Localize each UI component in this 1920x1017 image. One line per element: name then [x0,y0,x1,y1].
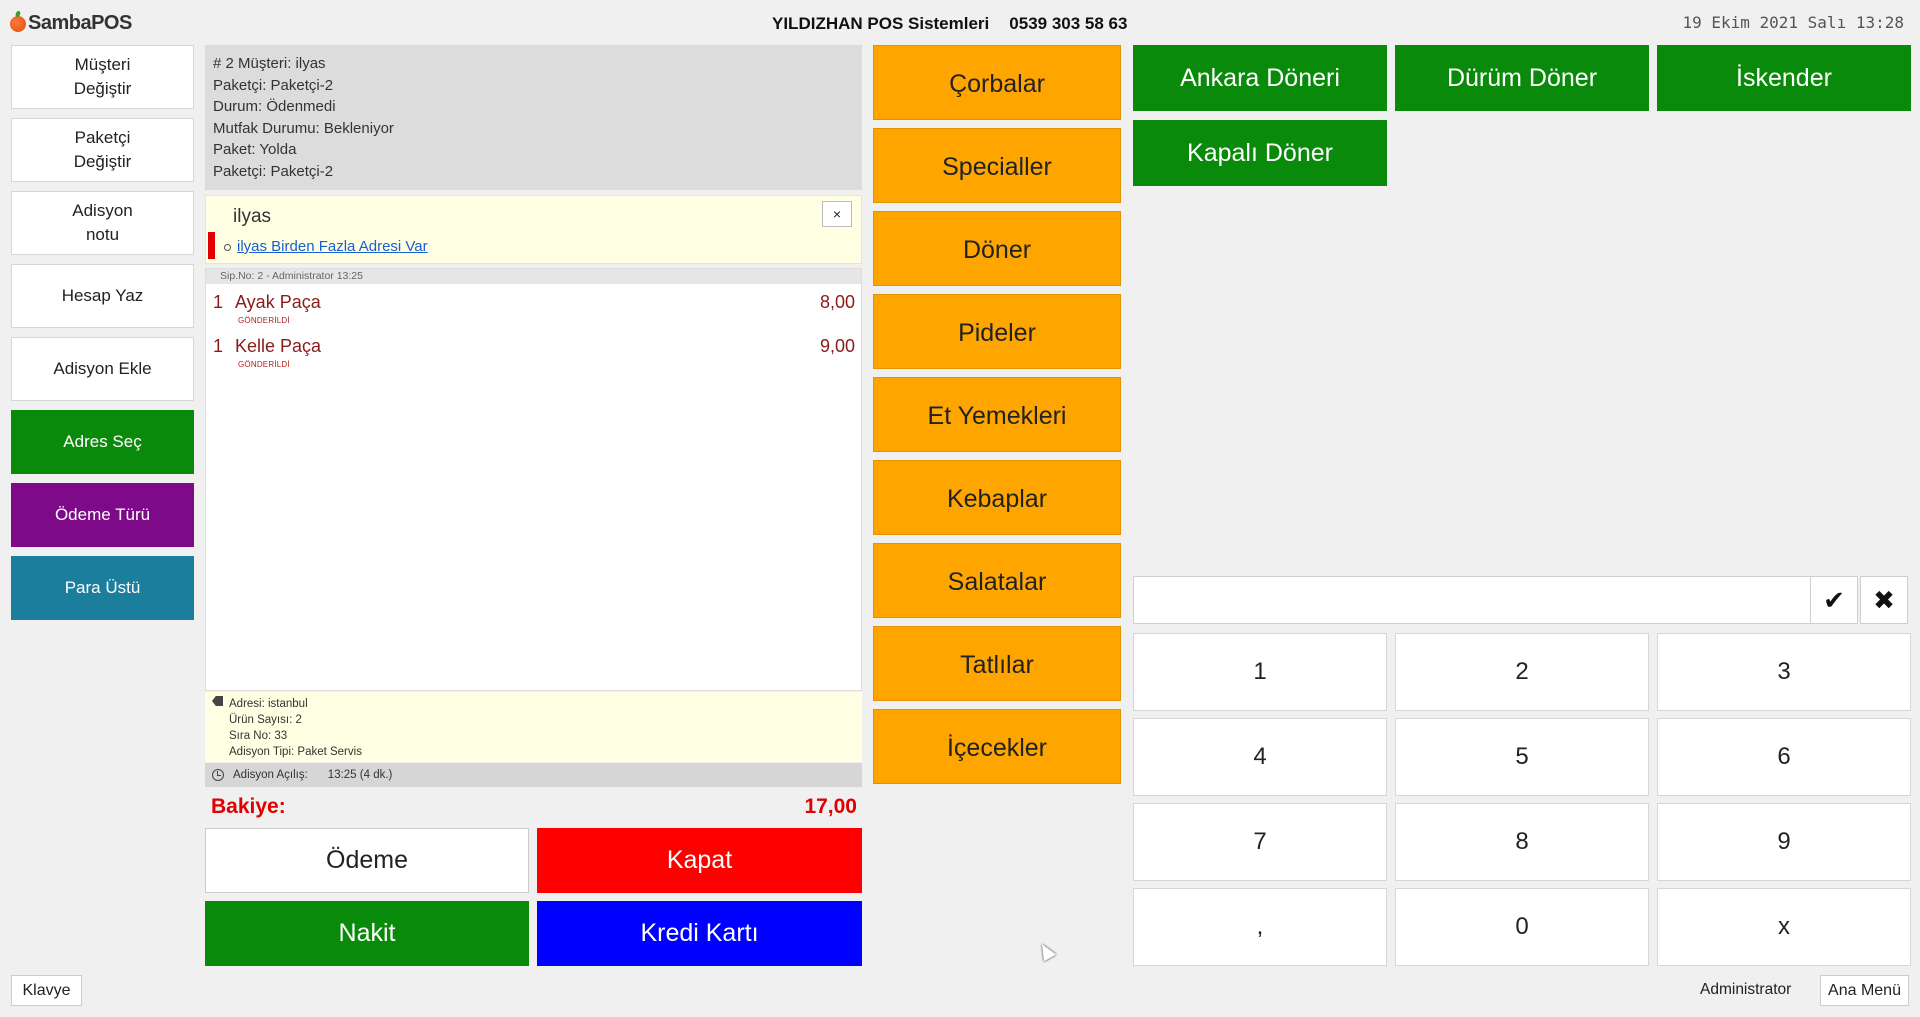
category-button[interactable]: Tatlılar [873,626,1121,701]
numpad-key[interactable]: 9 [1657,803,1911,881]
ticket-info-line: Paketçi: Paketçi-2 [213,162,334,180]
product-button[interactable]: Ankara Döneri [1133,45,1387,111]
category-button[interactable]: Döner [873,211,1121,286]
category-button[interactable]: Salatalar [873,543,1121,618]
numpad-key[interactable]: 6 [1657,718,1911,796]
detail-line: Sıra No: 33 [229,730,288,742]
order-status-tag: GÖNDERİLDİ [238,360,290,369]
order-quantity: 1 [213,292,224,312]
product-button[interactable]: İskender [1657,45,1911,111]
order-row[interactable]: 1 Ayak Paça GÖNDERİLDİ 8,00 [206,284,861,328]
category-button[interactable]: Pideler [873,294,1121,369]
balance-value: 17,00 [804,795,857,818]
header-datetime: 19 Ekim 2021 Salı 13:28 [1682,13,1904,32]
order-quantity: 1 [213,336,224,356]
close-ticket-button[interactable]: Kapat [537,828,862,893]
payment-type-button[interactable]: Ödeme Türü [11,483,194,547]
keyboard-button[interactable]: Klavye [11,975,82,1006]
company-name: YILDIZHAN POS Sistemleri [772,14,990,33]
category-button[interactable]: Et Yemekleri [873,377,1121,452]
tag-icon [212,696,223,706]
order-group-header: Sip.No: 2 - Administrator 13:25 [206,269,861,284]
change-customer-button[interactable]: Müşteri Değiştir [11,45,194,109]
customer-address-link-text: ilyas Birden Fazla Adresi Var [237,238,428,255]
company-phone: 0539 303 58 63 [1009,14,1128,33]
numpad-key[interactable]: 4 [1133,718,1387,796]
order-price: 8,00 [819,292,855,312]
customer-alert-bar [208,232,215,259]
customer-address-link[interactable]: ilyas Birden Fazla Adresi Var [224,238,428,255]
add-ticket-button[interactable]: Adisyon Ekle [11,337,194,401]
product-button[interactable]: Dürüm Döner [1395,45,1649,111]
ticket-note-button[interactable]: Adisyon notu [11,191,194,255]
numpad-key[interactable]: 7 [1133,803,1387,881]
bullet-icon [224,243,231,251]
ticket-info: # 2 Müşteri: ilyas Paketçi: Paketçi-2 Du… [205,45,862,190]
tomato-logo-icon [10,15,26,32]
product-button[interactable]: Kapalı Döner [1133,120,1387,186]
cash-button[interactable]: Nakit [205,901,529,966]
numpad-key[interactable]: x [1657,888,1911,966]
category-button[interactable]: İçecekler [873,709,1121,784]
balance-label: Bakiye: [211,795,286,818]
ticket-commands: Müşteri Değiştir Paketçi Değiştir Adisyo… [11,45,194,629]
order-list: Sip.No: 2 - Administrator 13:25 1 Ayak P… [205,268,862,691]
numpad-key[interactable]: 3 [1657,633,1911,711]
ticket-info-line: Paketçi: Paketçi-2 [213,76,334,94]
change-button[interactable]: Para Üstü [11,556,194,620]
ticket-details: Adresi: istanbul Ürün Sayısı: 2 Sıra No:… [205,692,862,762]
check-icon[interactable]: ✔ [1810,576,1858,624]
change-courier-button[interactable]: Paketçi Değiştir [11,118,194,182]
header-title: YILDIZHAN POS Sistemleri 0539 303 58 63 [772,14,1127,34]
opened-label: Adisyon Açılış: [233,769,308,781]
ticket-info-line: Mutfak Durumu: Bekleniyor [213,119,394,137]
main-menu-button[interactable]: Ana Menü [1820,975,1909,1006]
print-bill-button[interactable]: Hesap Yaz [11,264,194,328]
order-status-tag: GÖNDERİLDİ [238,316,290,325]
category-button[interactable]: Kebaplar [873,460,1121,535]
detail-line: Adisyon Tipi: Paket Servis [229,746,362,758]
detail-line: Ürün Sayısı: 2 [229,714,302,726]
close-icon[interactable]: × [822,201,852,227]
numpad-key[interactable]: 5 [1395,718,1649,796]
ticket-opened-bar: Adisyon Açılış: 13:25 (4 dk.) [205,763,862,787]
order-row[interactable]: 1 Kelle Paça GÖNDERİLDİ 9,00 [206,328,861,372]
close-icon[interactable]: ✖ [1860,576,1908,624]
opened-value: 13:25 (4 dk.) [327,769,393,781]
mouse-cursor-icon [1035,940,1057,962]
category-list: Çorbalar Specialler Döner Pideler Et Yem… [873,45,1121,792]
logo-text: SambaPOS [28,12,132,34]
numpad-key[interactable]: , [1133,888,1387,966]
payment-button[interactable]: Ödeme [205,828,529,893]
ticket-info-line: # 2 Müşteri: ilyas [213,55,326,72]
numpad-input[interactable] [1133,576,1811,624]
current-user: Administrator [1700,981,1792,998]
order-name: Ayak Paça [235,292,321,312]
order-price: 9,00 [819,336,855,356]
numpad-key[interactable]: 8 [1395,803,1649,881]
customer-panel: ilyas × ilyas Birden Fazla Adresi Var [205,195,862,264]
category-button[interactable]: Çorbalar [873,45,1121,120]
numpad-key[interactable]: 2 [1395,633,1649,711]
numpad-key[interactable]: 0 [1395,888,1649,966]
credit-card-button[interactable]: Kredi Kartı [537,901,862,966]
clock-icon [212,769,224,781]
numpad-key[interactable]: 1 [1133,633,1387,711]
ticket-info-line: Durum: Ödenmedi [213,98,336,115]
detail-line: Adresi: istanbul [229,698,308,710]
customer-name: ilyas [233,206,272,227]
select-address-button[interactable]: Adres Seç [11,410,194,474]
ticket-info-line: Paket: Yolda [213,141,297,158]
sambapos-logo: SambaPOS [10,12,132,35]
category-button[interactable]: Specialler [873,128,1121,203]
order-name: Kelle Paça [235,336,322,356]
